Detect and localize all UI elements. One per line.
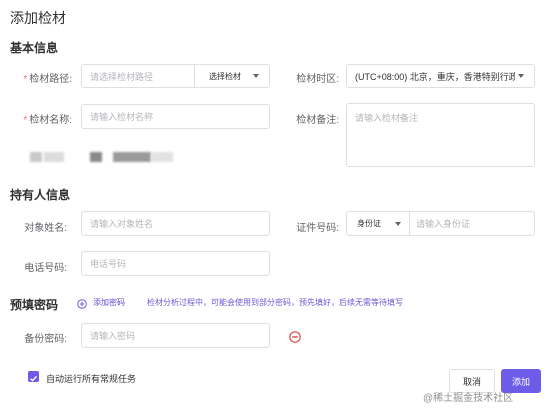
- id-label: 证件号码:: [296, 223, 339, 234]
- path-select-label: 选择检材: [209, 71, 241, 81]
- auto-run-checkbox[interactable]: [28, 371, 39, 382]
- path-label-text: 检材路径:: [29, 74, 72, 85]
- chevron-down-icon: [518, 74, 524, 78]
- name-label: * 检材名称:: [10, 111, 72, 126]
- name-label-text: 检材名称:: [29, 115, 72, 126]
- blurred-content: [30, 152, 42, 162]
- timezone-label: 检材时区:: [296, 74, 339, 85]
- name-input[interactable]: 请输入检材名称: [81, 104, 270, 129]
- dialog-title: 添加检材: [10, 10, 66, 26]
- section-password-title: 预填密码: [10, 298, 59, 312]
- required-mark: *: [23, 74, 28, 85]
- timezone-value: (UTC+08:00) 北京，重庆，香港特别行政区: [355, 71, 515, 82]
- auto-run-label[interactable]: 自动运行所有常规任务: [46, 372, 136, 385]
- check-icon: [30, 375, 38, 382]
- add-password-link[interactable]: 添加密码: [93, 297, 125, 308]
- backup-password-label: 备份密码:: [24, 334, 67, 345]
- password-hint: 检材分析过程中，可能会使用到部分密码，预先填好，后续无需等待填写: [147, 298, 403, 307]
- holder-name-label: 对象姓名:: [24, 223, 67, 234]
- add-circle-icon[interactable]: [77, 296, 87, 309]
- timezone-select[interactable]: (UTC+08:00) 北京，重庆，香港特别行政区: [346, 64, 535, 88]
- id-field: 身份证 请输入身份证: [346, 211, 535, 236]
- watermark: @稀土掘金技术社区: [423, 393, 514, 404]
- phone-label: 电话号码:: [24, 263, 67, 274]
- blurred-content: [151, 152, 173, 162]
- remove-password-icon[interactable]: [289, 330, 301, 343]
- note-textarea[interactable]: 请输入检材备注: [346, 103, 535, 167]
- chevron-down-icon: [253, 74, 259, 78]
- backup-password-input[interactable]: 请输入密码: [81, 323, 270, 348]
- holder-name-input[interactable]: 请输入对象姓名: [81, 211, 270, 236]
- path-label: * 检材路径:: [10, 70, 72, 85]
- blurred-content: [90, 152, 102, 162]
- required-mark: *: [23, 115, 28, 126]
- path-field: 请选择检材路径 选择检材: [81, 64, 270, 88]
- section-basic-title: 基本信息: [10, 41, 59, 55]
- blurred-content: [113, 152, 151, 162]
- path-select-dropdown[interactable]: 选择检材: [195, 71, 269, 82]
- phone-input[interactable]: 电话号码: [81, 251, 270, 276]
- id-input[interactable]: 请输入身份证: [410, 217, 470, 230]
- note-label: 检材备注:: [296, 115, 339, 126]
- section-holder-title: 持有人信息: [10, 188, 71, 202]
- dialog: 添加检材 基本信息 * 检材路径: 请选择检材路径 选择检材 检材时区: (UTC…: [0, 0, 552, 411]
- id-type-select[interactable]: 身份证: [347, 218, 409, 229]
- blurred-content: [44, 152, 64, 162]
- id-type-value: 身份证: [357, 219, 381, 228]
- path-input[interactable]: 请选择检材路径: [82, 70, 194, 83]
- chevron-down-icon: [395, 221, 401, 226]
